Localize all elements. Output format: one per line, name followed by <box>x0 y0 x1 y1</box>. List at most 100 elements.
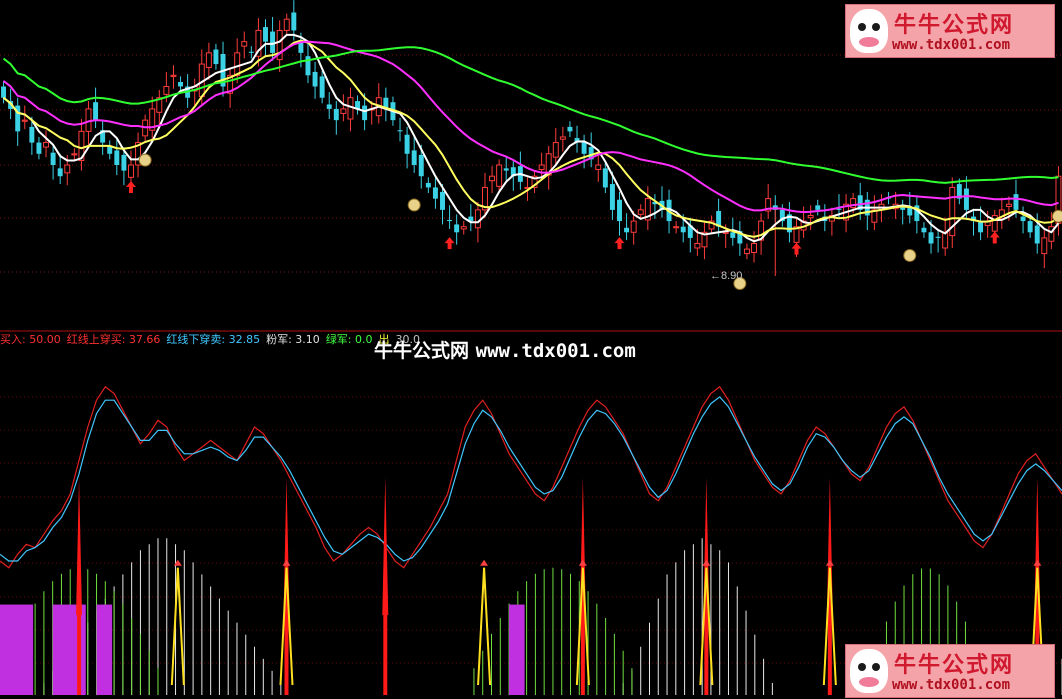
candle-body <box>942 231 949 249</box>
candle-body <box>1 86 7 98</box>
signal-arrow-icon <box>282 559 291 566</box>
candle-body <box>815 205 821 210</box>
candle-body <box>312 71 318 87</box>
cow-icon <box>850 649 888 693</box>
candle-body <box>567 126 573 132</box>
candle-body <box>474 209 481 229</box>
candle-body <box>978 221 984 233</box>
buy-arrow-icon <box>989 231 1000 244</box>
candle-body <box>71 153 78 156</box>
money-bag-icon <box>407 198 421 212</box>
candle-body <box>503 168 509 171</box>
candle-body <box>602 168 608 188</box>
candle-body <box>991 214 998 232</box>
candle-body <box>454 224 460 233</box>
legend-item: 买入: 50.00 <box>0 333 61 346</box>
candle-body <box>397 130 403 132</box>
candle-body <box>333 108 339 121</box>
legend-item: 绿军: 0.0 <box>325 333 373 346</box>
candle-body <box>624 227 630 233</box>
buy-arrow-icon <box>125 181 136 193</box>
histogram-bar <box>509 604 525 695</box>
candle-body <box>432 187 438 199</box>
histogram-bar <box>0 604 34 695</box>
watermark-brand: 牛牛公式网 <box>894 652 1015 678</box>
candle-body <box>609 184 615 210</box>
candle-body <box>730 232 736 238</box>
candle-body <box>1013 194 1019 210</box>
candle-body <box>447 219 453 222</box>
center-watermark: 牛牛公式网 www.tdx001.com <box>374 336 636 363</box>
buy-arrow-icon <box>614 237 625 250</box>
candle-body <box>114 150 120 165</box>
candle-body <box>935 236 941 238</box>
candle-body <box>694 243 701 249</box>
candle-body <box>581 142 587 154</box>
candle-body <box>751 243 757 253</box>
candle-body <box>241 41 248 47</box>
watermark-brand: 牛牛公式网 <box>894 12 1015 38</box>
candle-body <box>963 188 969 210</box>
candle-body <box>1027 221 1033 233</box>
money-bag-icon <box>1051 209 1062 223</box>
candle-body <box>347 97 354 120</box>
signal-spike <box>477 567 492 686</box>
candle-body <box>170 74 177 77</box>
candle-body <box>1005 203 1012 207</box>
candle-body <box>121 154 127 171</box>
low-price-value: 8.90 <box>721 270 743 282</box>
candle-body <box>617 199 622 222</box>
candle-body <box>340 108 347 114</box>
candle-body <box>263 27 268 42</box>
candle-body <box>559 136 566 140</box>
watermark-logo-top: 牛牛公式网 www.tdx001.com <box>845 4 1055 58</box>
candle-body <box>43 142 49 148</box>
candle-body <box>595 164 602 170</box>
candle-body <box>637 209 644 215</box>
candle-body <box>630 220 637 233</box>
watermark-logo-bottom: 牛牛公式网 www.tdx001.com <box>845 644 1055 698</box>
candle-body <box>213 49 219 65</box>
indicator-legend: 买入: 50.00 红线上穿买: 37.66 红线下穿卖: 32.85 粉军: 3.1… <box>0 331 426 349</box>
candle-body <box>205 52 212 68</box>
watermark-url: www.tdx001.com <box>892 37 1011 53</box>
buy-arrow-icon <box>791 242 802 255</box>
candle-body <box>57 168 63 177</box>
candle-body <box>319 76 325 98</box>
candle-body <box>291 12 297 31</box>
candle-body <box>326 104 332 109</box>
candle-body <box>552 142 559 158</box>
money-bag-icon <box>903 248 917 262</box>
candle-body <box>29 126 35 143</box>
candle-body <box>21 119 28 122</box>
candle-body <box>128 164 134 178</box>
candle-body <box>921 227 927 233</box>
center-watermark-url: www.tdx001.com <box>475 340 636 362</box>
candle-body <box>425 182 431 188</box>
candle-body <box>362 105 368 121</box>
candle-body <box>460 226 467 230</box>
signal-arrow-icon <box>702 559 711 566</box>
cow-icon <box>850 9 888 53</box>
candle-body <box>163 86 170 95</box>
candle-body <box>1041 237 1048 255</box>
legend-item: 粉军: 3.10 <box>266 333 320 346</box>
buy-arrow-icon <box>444 237 455 250</box>
candle-body <box>270 31 276 53</box>
candle-body <box>36 142 42 154</box>
candle-body <box>50 152 56 165</box>
indicator-line <box>0 385 1062 569</box>
candle-body <box>404 134 410 154</box>
candle-body <box>418 154 424 177</box>
sell-spike <box>76 477 83 615</box>
candle-body <box>928 232 934 244</box>
candle-body <box>496 164 503 187</box>
candle-body <box>807 214 814 219</box>
candle-body <box>743 248 750 255</box>
candle-body <box>489 175 496 182</box>
legend-item: 红线上穿买: 37.66 <box>66 333 161 346</box>
candle-body <box>234 52 241 76</box>
candle-body <box>1034 225 1040 244</box>
legend-item: 红线下穿卖: 32.85 <box>166 333 261 346</box>
money-bag-icon <box>138 153 152 167</box>
